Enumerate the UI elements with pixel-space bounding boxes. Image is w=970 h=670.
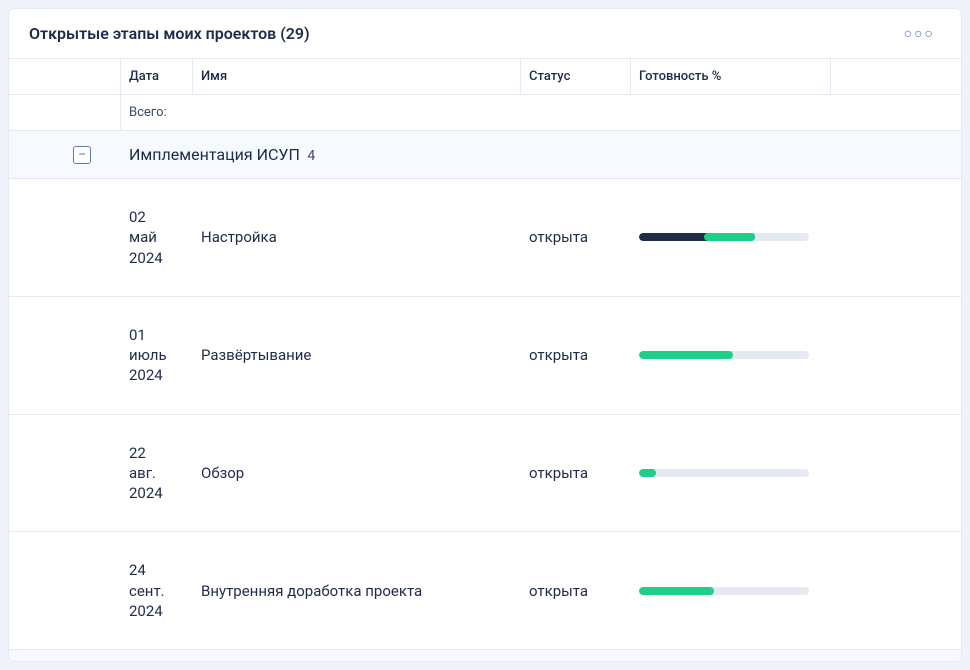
col-header-tail bbox=[831, 59, 961, 94]
table-row[interactable]: 24сент.2024Внутренняя доработка проектао… bbox=[9, 532, 961, 650]
col-header-readiness[interactable]: Готовность % bbox=[631, 59, 831, 94]
row-readiness bbox=[631, 459, 831, 487]
row-name: Настройка bbox=[193, 218, 521, 256]
row-date: 24сент.2024 bbox=[121, 550, 193, 631]
row-tail bbox=[831, 227, 961, 247]
group-row[interactable]: − Имплементация ИСУП 4 bbox=[9, 131, 961, 179]
table-header-row: Дата Имя Статус Готовность % bbox=[9, 59, 961, 95]
groups-container: −Имплементация ИСУП 402май2024Настройкао… bbox=[9, 131, 961, 662]
row-name: Внутренняя доработка проекта bbox=[193, 572, 521, 610]
col-header-toggle bbox=[9, 59, 121, 94]
table-row[interactable]: 02май2024Настройкаоткрыта bbox=[9, 179, 961, 297]
row-status: открыта bbox=[521, 218, 631, 256]
row-name: Обзор bbox=[193, 454, 521, 492]
row-date: 01июль2024 bbox=[121, 315, 193, 396]
col-header-name[interactable]: Имя bbox=[193, 59, 521, 94]
row-readiness bbox=[631, 223, 831, 251]
progress-bar bbox=[639, 587, 809, 595]
group-title: Имплементация ИСУП 4 bbox=[121, 145, 315, 164]
totals-label: Всего: bbox=[121, 95, 193, 130]
table-row[interactable]: 22авг.2024Обзороткрыта bbox=[9, 415, 961, 533]
panel-header: Открытые этапы моих проектов (29) ○○○ bbox=[9, 9, 961, 59]
progress-bar bbox=[639, 351, 809, 359]
row-tail bbox=[831, 581, 961, 601]
row-readiness bbox=[631, 341, 831, 369]
stages-panel: Открытые этапы моих проектов (29) ○○○ Да… bbox=[8, 8, 962, 662]
row-name: Развёртывание bbox=[193, 336, 521, 374]
row-date: 22авг.2024 bbox=[121, 433, 193, 514]
row-date: 02май2024 bbox=[121, 197, 193, 278]
row-tail bbox=[831, 463, 961, 483]
table-row[interactable]: 01июль2024Развёртываниеоткрыта bbox=[9, 297, 961, 415]
collapse-icon[interactable]: − bbox=[73, 146, 91, 164]
progress-bar bbox=[639, 233, 809, 241]
col-header-date[interactable]: Дата bbox=[121, 59, 193, 94]
panel-title: Открытые этапы моих проектов (29) bbox=[29, 24, 310, 43]
col-header-status[interactable]: Статус bbox=[521, 59, 631, 94]
totals-row: Всего: bbox=[9, 95, 961, 131]
row-status: открыта bbox=[521, 454, 631, 492]
group-toggle-cell: − bbox=[9, 146, 121, 164]
more-icon[interactable]: ○○○ bbox=[898, 21, 941, 46]
row-status: открыта bbox=[521, 336, 631, 374]
progress-bar bbox=[639, 469, 809, 477]
row-status: открыта bbox=[521, 572, 631, 610]
group-row[interactable]: +Имплементация ИСУП (каскад) 6 bbox=[9, 650, 961, 662]
group-count: 4 bbox=[304, 148, 315, 164]
row-readiness bbox=[631, 577, 831, 605]
row-tail bbox=[831, 345, 961, 365]
